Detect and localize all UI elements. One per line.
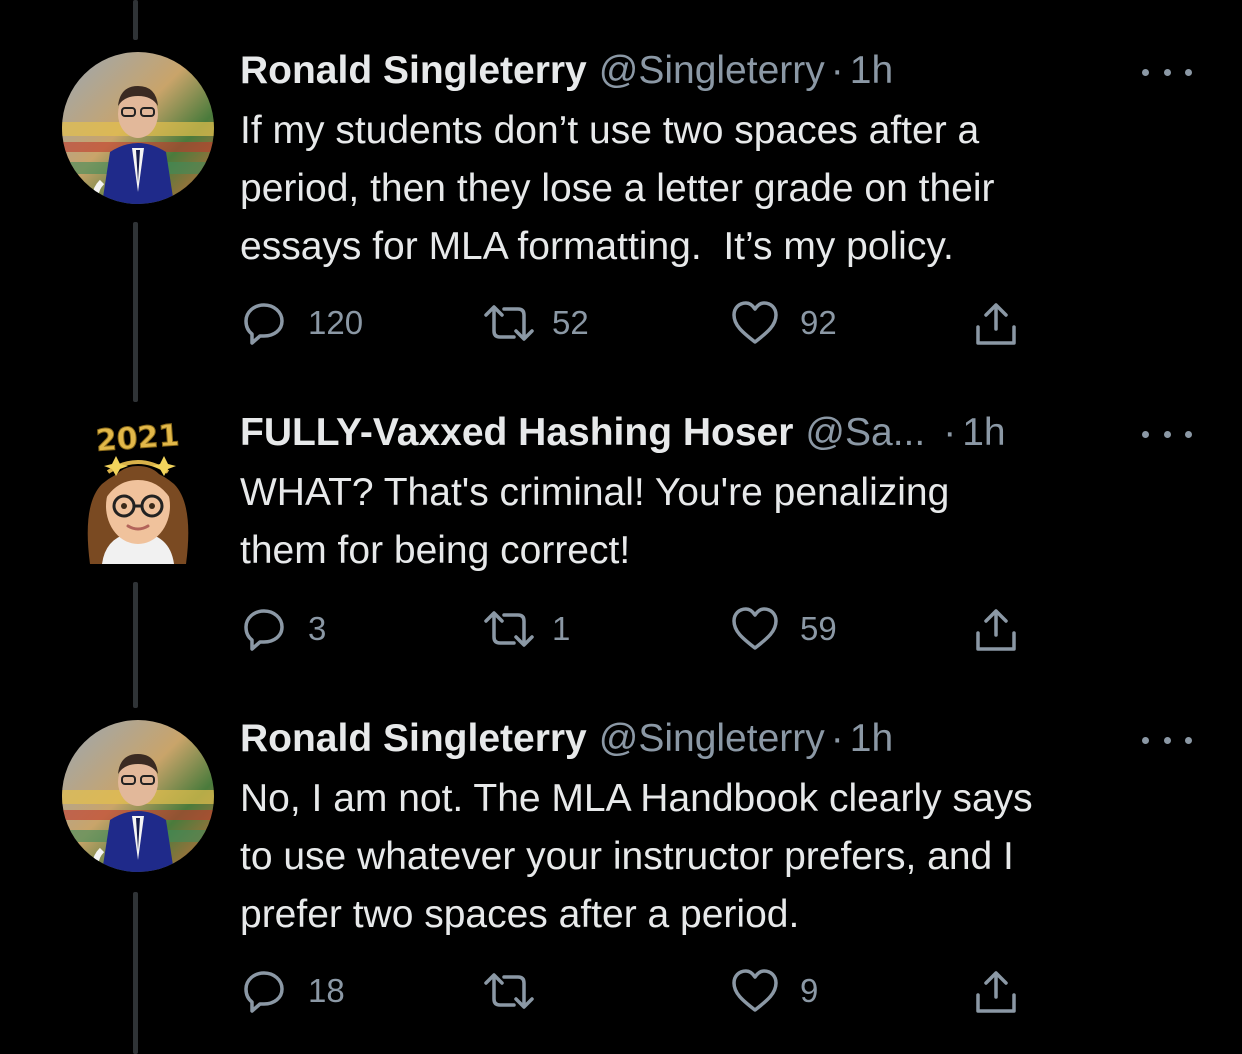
tweet[interactable]: Ronald Singleterry @Singleterry · 1h No,… — [0, 0, 1242, 1054]
like-button[interactable]: 9 — [730, 966, 818, 1016]
avatar[interactable] — [62, 720, 214, 872]
retweet-button[interactable] — [480, 966, 552, 1016]
reply-icon — [244, 971, 284, 1013]
timestamp[interactable]: 1h — [850, 716, 893, 762]
author-handle[interactable]: @Singleterry — [599, 716, 825, 762]
share-button[interactable] — [972, 966, 1020, 1016]
like-count: 9 — [800, 972, 819, 1009]
tweet-text: No, I am not. The MLA Handbook clearly s… — [240, 777, 1033, 936]
share-icon — [976, 971, 1016, 1013]
separator-dot: · — [830, 717, 844, 760]
tweet-header: Ronald Singleterry @Singleterry · 1h — [240, 716, 1202, 762]
heart-icon — [732, 969, 778, 1012]
reply-button[interactable]: 18 — [240, 966, 345, 1016]
retweet-icon — [484, 973, 534, 1009]
tweet-actions: 18 9 — [240, 966, 1040, 1016]
author-name[interactable]: Ronald Singleterry — [240, 716, 587, 762]
reply-count: 18 — [308, 972, 345, 1009]
more-options-icon[interactable] — [1142, 730, 1192, 750]
profile-photo-icon — [62, 720, 214, 872]
